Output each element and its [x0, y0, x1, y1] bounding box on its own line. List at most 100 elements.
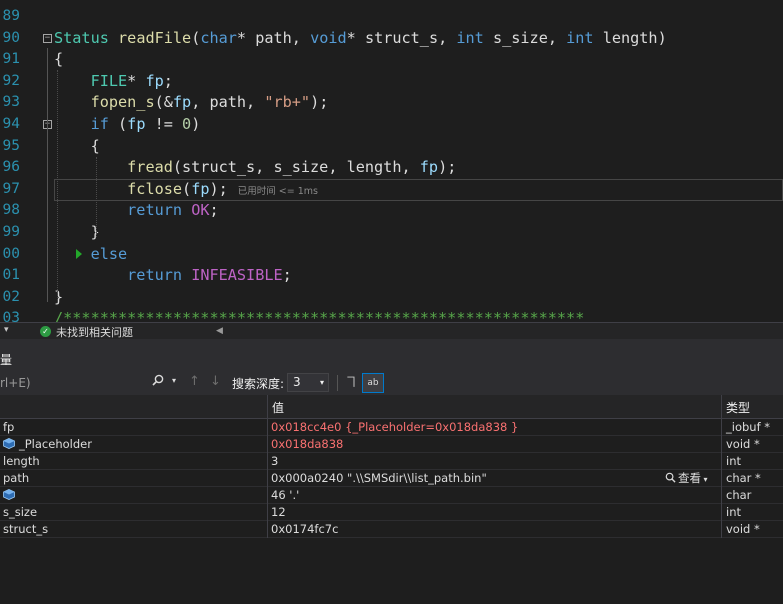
- code-line[interactable]: 02}: [0, 287, 783, 309]
- line-number[interactable]: 99: [0, 222, 20, 244]
- scroll-left-icon[interactable]: ◀: [216, 326, 223, 336]
- code-token: s_size,: [483, 28, 567, 47]
- code-line[interactable]: 90 − Status readFile(char* path, void* str…: [0, 28, 783, 50]
- visualizer-label: 查看: [678, 471, 701, 485]
- code-line[interactable]: 98 return OK;: [0, 200, 783, 222]
- line-number[interactable]: 97: [0, 179, 20, 201]
- code-editor[interactable]: 89 90 − Status readFile(char* path, void* s…: [0, 0, 783, 322]
- search-icon[interactable]: [152, 374, 164, 390]
- line-number[interactable]: 94: [0, 114, 20, 136]
- watch-row-name[interactable]: length: [3, 453, 40, 469]
- watch-row-name[interactable]: s_size: [3, 504, 37, 520]
- code-token: fp: [127, 115, 146, 133]
- watch-row-value[interactable]: 0x018cc4e0 {_Placeholder=0x018da838 }: [271, 419, 518, 435]
- line-number[interactable]: 90: [0, 28, 20, 50]
- issues-status-text[interactable]: 未找到相关问题: [56, 324, 133, 340]
- code-line[interactable]: 95 {: [0, 136, 783, 158]
- watch-row-type: int: [726, 454, 741, 468]
- code-token: );: [438, 158, 457, 177]
- code-line[interactable]: 01 return INFEASIBLE;: [0, 265, 783, 287]
- code-token: int: [566, 28, 594, 47]
- text-visualizer-button[interactable]: 查看 ▾: [665, 470, 708, 488]
- collapsed-region-marker[interactable]: [76, 249, 82, 259]
- watch-row-value[interactable]: 3: [271, 453, 278, 469]
- code-text: if (fp != 0): [54, 114, 201, 136]
- toolbar-divider: [337, 375, 338, 391]
- code-line[interactable]: 89: [0, 6, 783, 28]
- line-number[interactable]: 93: [0, 92, 20, 114]
- watch-row-name[interactable]: fp: [3, 419, 14, 435]
- view-as-text-button[interactable]: ab: [362, 373, 384, 393]
- line-number[interactable]: 95: [0, 136, 20, 158]
- code-line[interactable]: 92 FILE* fp;: [0, 71, 783, 93]
- watch-row-name-text: path: [3, 471, 30, 485]
- watch-row[interactable]: path 0x000a0240 ".\\SMSdir\\list_path.bin…: [0, 470, 783, 487]
- code-token: * path,: [236, 28, 311, 47]
- code-token: }: [54, 223, 100, 241]
- watch-row-name-text: fp: [3, 420, 15, 434]
- watch-row[interactable]: struct_s 0x0174fc7c void *: [0, 521, 783, 538]
- code-text: Status readFile(char* path, void* struct…: [54, 28, 667, 50]
- watch-row[interactable]: _Placeholder 0x018da838 void *: [0, 436, 783, 453]
- code-token: char: [200, 28, 237, 47]
- line-number[interactable]: 89: [0, 6, 20, 28]
- code-line[interactable]: 91 {: [0, 49, 783, 71]
- line-number[interactable]: 92: [0, 71, 20, 93]
- line-number[interactable]: 98: [0, 200, 20, 222]
- column-header-type[interactable]: 类型: [726, 399, 750, 416]
- column-header-value[interactable]: 值: [272, 399, 284, 416]
- code-token: if: [90, 115, 109, 133]
- watch-row-value[interactable]: 46 '.': [271, 487, 299, 503]
- code-token: * struct_s,: [346, 28, 457, 47]
- line-number[interactable]: 02: [0, 287, 20, 309]
- code-token: /***************************************…: [54, 309, 585, 322]
- line-number[interactable]: 91: [0, 49, 20, 71]
- fold-toggle-icon[interactable]: −: [43, 33, 52, 43]
- watch-row-value[interactable]: 0x000a0240 ".\\SMSdir\\list_path.bin": [271, 470, 487, 486]
- line-number[interactable]: 01: [0, 265, 20, 287]
- search-previous-arrow-icon[interactable]: ↑: [189, 374, 200, 389]
- line-number[interactable]: 96: [0, 157, 20, 179]
- code-token: readFile: [118, 28, 192, 47]
- watch-row-name[interactable]: path: [3, 470, 29, 486]
- watch-row[interactable]: 46 '.' char: [0, 487, 783, 504]
- code-line[interactable]: 99 }: [0, 222, 783, 244]
- watch-row-name[interactable]: struct_s: [3, 521, 48, 537]
- field-member-icon: [3, 488, 15, 500]
- zoom-dropdown-icon[interactable]: ▾: [4, 325, 9, 335]
- code-line[interactable]: 96 fread(struct_s, s_size, length, fp);: [0, 157, 783, 179]
- code-text: FILE* fp;: [54, 71, 173, 93]
- watch-row-name[interactable]: _Placeholder: [3, 436, 92, 452]
- code-token: *: [127, 71, 146, 90]
- grid-header: 值 类型: [0, 395, 783, 419]
- code-line[interactable]: 00 else: [0, 244, 783, 266]
- watch-row-value[interactable]: 0x018da838: [271, 436, 343, 452]
- search-next-arrow-icon[interactable]: ↓: [210, 374, 221, 389]
- code-line[interactable]: 94− if (fp != 0): [0, 114, 783, 136]
- watch-row-value[interactable]: 12: [271, 504, 286, 520]
- pin-icon[interactable]: ヿ: [342, 373, 360, 391]
- line-number[interactable]: 03: [0, 308, 20, 322]
- search-depth-select[interactable]: 3 ▾: [287, 373, 329, 392]
- code-line[interactable]: 03 /*************************************…: [0, 308, 783, 322]
- watch-row-value[interactable]: 0x0174fc7c: [271, 521, 338, 537]
- code-line[interactable]: 97 fclose(fp); 已用时间 <= 1ms: [0, 179, 783, 201]
- watch-row[interactable]: s_size 12 int: [0, 504, 783, 521]
- code-token: ): [191, 115, 201, 133]
- chevron-down-icon[interactable]: ▾: [701, 475, 708, 484]
- panel-splitter[interactable]: [0, 339, 783, 350]
- search-depth-label: 搜索深度:: [232, 377, 285, 391]
- watch-row-name-text: struct_s: [3, 522, 49, 536]
- code-token: fp: [191, 179, 210, 198]
- code-token: {: [54, 50, 64, 69]
- code-line[interactable]: 93 fopen_s(&fp, path, "rb+");: [0, 92, 783, 114]
- line-number[interactable]: 00: [0, 244, 20, 266]
- watch-row[interactable]: fp 0x018cc4e0 {_Placeholder=0x018da838 } _…: [0, 419, 783, 436]
- watch-row-name[interactable]: [3, 487, 19, 503]
- watch-row[interactable]: length 3 int: [0, 453, 783, 470]
- search-options-chevron-icon[interactable]: ▾: [172, 376, 176, 385]
- watch-row-type: void *: [726, 437, 760, 451]
